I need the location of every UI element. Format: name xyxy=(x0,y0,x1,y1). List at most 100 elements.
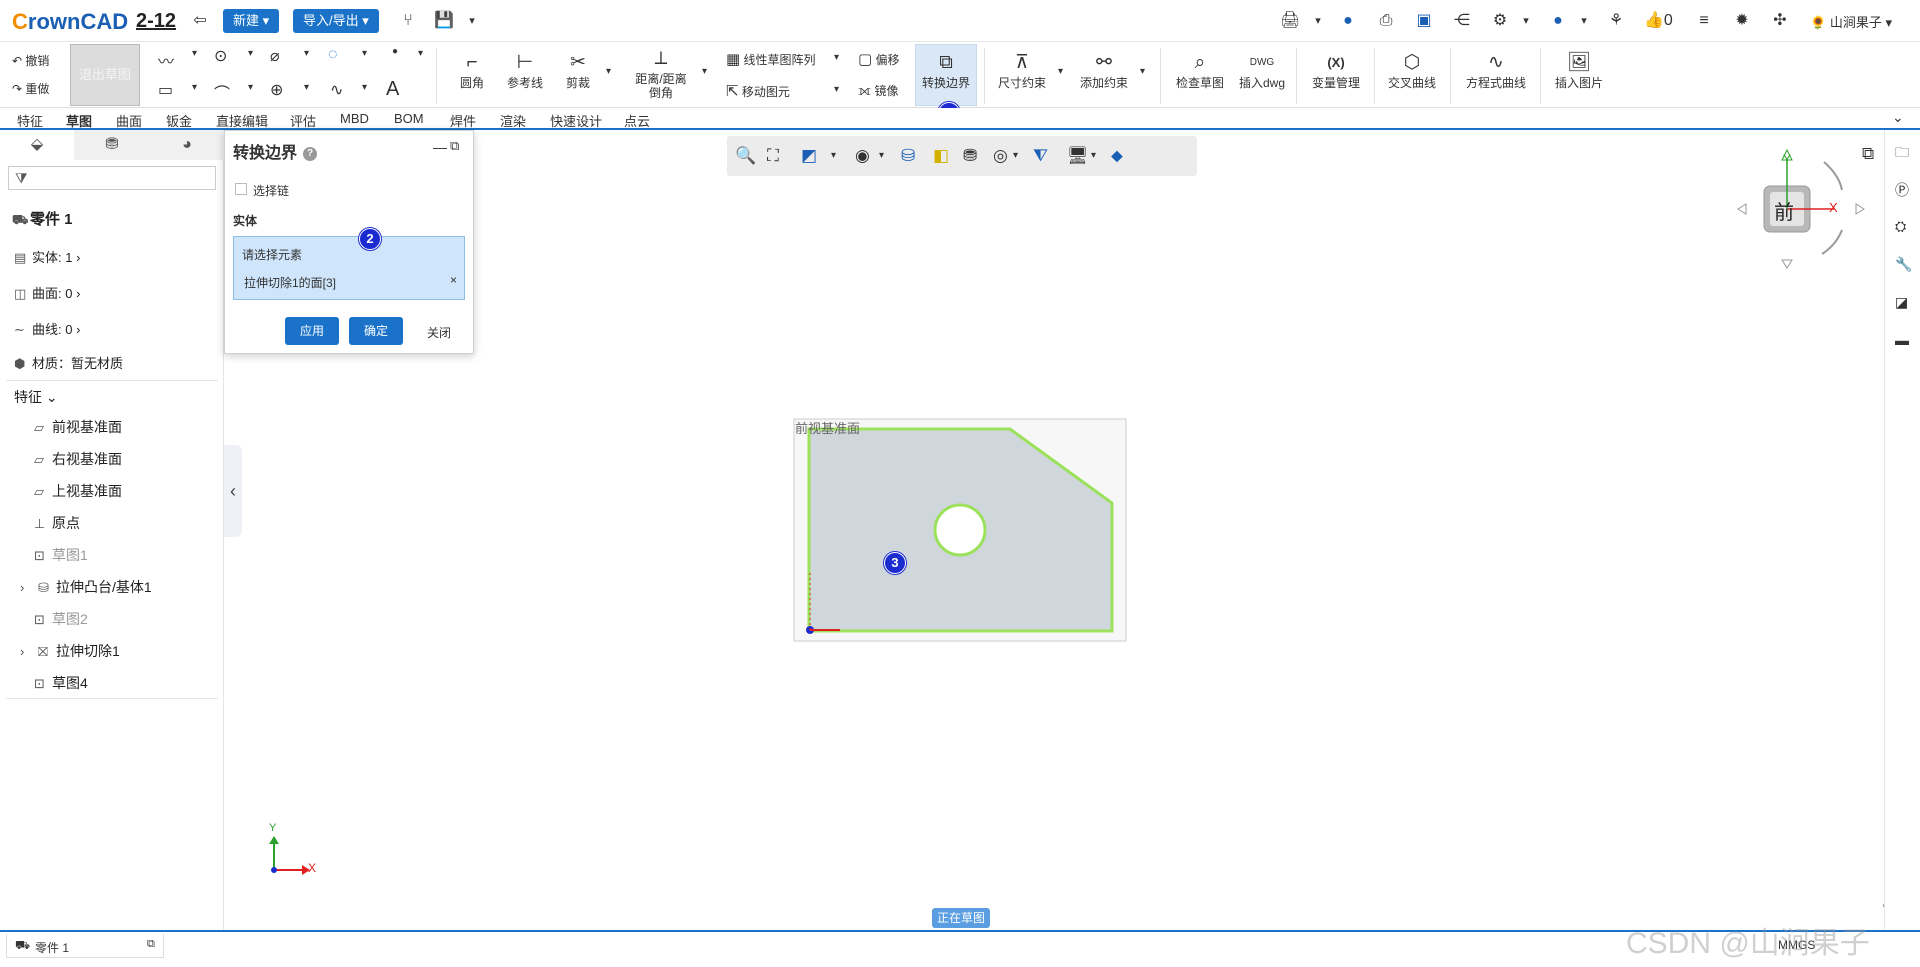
selection-filter-icon[interactable]: ⧨ xyxy=(1033,146,1048,166)
chevron-down-icon[interactable]: ▾ xyxy=(1308,11,1328,31)
section-view-icon[interactable]: ⛁ xyxy=(901,146,915,166)
help-icon[interactable]: ? xyxy=(303,146,318,161)
chevron-down-icon[interactable]: ▾ xyxy=(1091,146,1096,166)
chevron-down-icon[interactable]: ▾ xyxy=(1013,146,1018,166)
tab-direct-edit[interactable]: 直接编辑 xyxy=(216,111,268,130)
print-setup-icon[interactable]: 🖨 xyxy=(1280,11,1300,31)
appearance-tab[interactable]: ◕ xyxy=(150,130,224,160)
tab-weldment[interactable]: 焊件 xyxy=(450,111,476,130)
reference-line-button[interactable]: ⊢ 参考线 xyxy=(500,50,550,90)
layers-icon[interactable]: ≡ xyxy=(1694,11,1714,31)
chevron-down-icon[interactable]: ▾ xyxy=(304,48,309,59)
book-icon[interactable]: ▬ xyxy=(1895,332,1909,348)
dimension-constraint-button[interactable]: ⊼ 尺寸约束 xyxy=(994,50,1050,90)
variable-management-button[interactable]: (X) 变量管理 xyxy=(1306,50,1366,90)
chevron-down-icon[interactable]: ▾ xyxy=(248,82,253,93)
appearance-icon[interactable]: ⛃ xyxy=(963,146,977,166)
chevron-down-icon[interactable]: ▾ xyxy=(418,48,423,59)
sketch-circle[interactable] xyxy=(933,503,987,557)
undo-button[interactable]: ↶ 撤销 xyxy=(12,52,49,69)
tree-item-sketch1[interactable]: ⊡ 草图1 xyxy=(34,545,88,565)
hide-show-icon[interactable]: ◎ xyxy=(993,146,1008,166)
chevron-down-icon[interactable]: ▾ xyxy=(192,82,197,93)
tree-item-sketch2[interactable]: ⊡ 草图2 xyxy=(34,609,88,629)
chevron-down-icon[interactable]: ▾ xyxy=(702,66,707,77)
part-document-tab[interactable]: ⛟ 零件 1 ⧉ xyxy=(6,934,164,958)
chevron-down-icon[interactable]: ▾ xyxy=(1516,11,1536,31)
arc-icon[interactable]: ⌒ xyxy=(214,80,230,104)
tab-evaluate[interactable]: 评估 xyxy=(290,111,316,130)
chevron-down-icon[interactable]: ▾ xyxy=(304,82,309,93)
import-export-button[interactable]: 导入/导出 ▾ xyxy=(293,9,379,33)
chevron-down-icon[interactable]: ▾ xyxy=(1058,66,1063,77)
selected-entity-item[interactable]: 拉伸切除1的面[3] xyxy=(244,274,336,291)
tree-item-extrude-boss1[interactable]: › ⛁ 拉伸凸台/基体1 xyxy=(20,577,152,597)
spline-icon[interactable]: ∿ xyxy=(330,80,343,100)
move-entity-button[interactable]: ⇱ 移动图元 xyxy=(726,82,836,100)
parameter-icon[interactable]: Ⓟ xyxy=(1895,180,1909,200)
print-icon[interactable]: ⎙ xyxy=(1376,11,1396,31)
restore-icon[interactable]: ⧉ xyxy=(147,938,155,951)
plugin-icon[interactable]: ✣ xyxy=(1770,11,1790,31)
chevron-down-icon[interactable]: ▾ xyxy=(606,66,611,77)
text-icon[interactable]: A xyxy=(386,78,399,101)
branch-icon[interactable]: ⑂ xyxy=(398,11,418,31)
chevron-down-icon[interactable]: ▾ xyxy=(831,146,836,166)
property-tab[interactable]: ⛃ xyxy=(75,130,149,160)
tab-point-cloud[interactable]: 点云 xyxy=(624,111,650,130)
select-chain-checkbox[interactable] xyxy=(235,183,247,195)
zoom-icon[interactable]: 🔍 xyxy=(735,146,756,166)
tab-mbd[interactable]: MBD xyxy=(340,111,369,126)
cross-curve-button[interactable]: ⬡ 交叉曲线 xyxy=(1382,50,1442,90)
surfaces-folder[interactable]: ◫ 曲面: 0 › xyxy=(14,283,80,302)
tree-filter-input[interactable]: ⧩ xyxy=(8,166,216,190)
chevron-down-icon[interactable]: ▾ xyxy=(834,52,839,63)
chevron-down-icon[interactable]: ▾ xyxy=(362,48,367,59)
convert-boundary-button[interactable]: ⧉ 转换边界 xyxy=(915,50,977,90)
display-settings-icon[interactable]: 🖥 xyxy=(1067,146,1089,166)
slot-icon[interactable]: ⌀ xyxy=(270,46,280,66)
insert-dwg-button[interactable]: DWG 插入dwg xyxy=(1234,50,1290,90)
insert-image-button[interactable]: 🖼 插入图片 xyxy=(1548,50,1610,90)
tree-item-origin[interactable]: ⊥ 原点 xyxy=(34,513,80,533)
help-icon[interactable]: ● xyxy=(1548,11,1568,31)
chevron-right-icon[interactable]: › xyxy=(20,644,38,659)
circle-icon[interactable]: ⊙ xyxy=(214,46,227,66)
chevron-down-icon[interactable]: ▾ xyxy=(834,84,839,95)
rectangle-icon[interactable]: ▭ xyxy=(158,80,173,100)
chevron-down-icon[interactable]: ▾ xyxy=(362,82,367,93)
trim-button[interactable]: ✂ 剪裁 xyxy=(556,50,600,90)
bug-icon[interactable]: ✹ xyxy=(1732,11,1752,31)
folder-icon[interactable]: 🗀 xyxy=(1895,142,1909,166)
tab-bom[interactable]: BOM xyxy=(394,111,424,126)
minimize-icon[interactable]: — xyxy=(433,139,447,155)
share-icon[interactable]: ⋲ xyxy=(1452,11,1472,31)
tab-render[interactable]: 渲染 xyxy=(500,111,526,130)
chevron-down-icon[interactable]: ▾ xyxy=(879,146,884,166)
tree-item-extrude-cut1[interactable]: › ⛝ 拉伸切除1 xyxy=(20,641,120,661)
polyline-icon[interactable]: 〰 xyxy=(158,48,174,72)
apply-button[interactable]: 应用 xyxy=(285,317,339,345)
search-icon[interactable]: ● xyxy=(1338,11,1358,31)
palette-icon[interactable]: ◪ xyxy=(1895,294,1908,311)
structure-icon[interactable]: ⚘ xyxy=(1606,11,1626,31)
new-button[interactable]: 新建 ▾ xyxy=(223,9,280,33)
wrench-icon[interactable]: 🔧 xyxy=(1895,256,1912,273)
point-icon[interactable]: ● xyxy=(392,46,398,57)
cube-nav-down[interactable] xyxy=(1781,259,1793,269)
ok-button[interactable]: 确定 xyxy=(349,317,403,345)
tab-surface[interactable]: 曲面 xyxy=(116,111,142,130)
rotate-ccw-icon[interactable] xyxy=(1821,229,1843,255)
user-menu[interactable]: 🌻 山涧果子 ▾ xyxy=(1810,12,1892,31)
like-button[interactable]: 👍0 xyxy=(1644,11,1684,31)
chevron-down-icon[interactable]: ▾ xyxy=(248,48,253,59)
chevron-down-icon[interactable]: ▾ xyxy=(1140,66,1145,77)
tree-item-front-plane[interactable]: ▱ 前视基准面 xyxy=(34,417,122,437)
document-name[interactable]: 2-12 xyxy=(136,10,176,33)
tab-sketch[interactable]: 草图 xyxy=(66,111,92,130)
view-orientation-icon[interactable]: ◩ xyxy=(801,146,817,166)
tree-item-right-plane[interactable]: ▱ 右视基准面 xyxy=(34,449,122,469)
chevron-down-icon[interactable]: ▾ xyxy=(462,11,482,31)
solids-folder[interactable]: ▤ 实体: 1 › xyxy=(14,247,80,266)
redo-button[interactable]: ↷ 重做 xyxy=(12,80,49,97)
